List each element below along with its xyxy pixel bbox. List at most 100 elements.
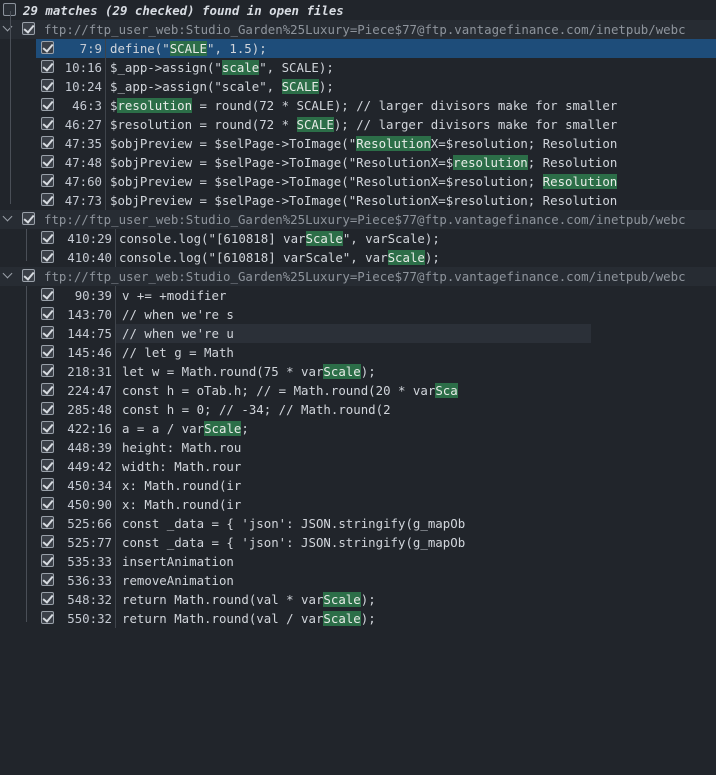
file-group-row[interactable]: ftp://ftp_user_web:Studio_Garden%25Luxur… xyxy=(0,20,716,39)
code-text-before: width: Math.rour xyxy=(122,459,242,474)
match-code: // when we're s xyxy=(122,307,242,322)
match-row[interactable]: 550:32 return Math.round(val / varScale); xyxy=(0,609,716,628)
match-checkbox[interactable] xyxy=(41,535,54,548)
match-highlight: Scale xyxy=(204,421,242,436)
match-checkbox[interactable] xyxy=(41,497,54,510)
match-checkbox[interactable] xyxy=(41,307,54,320)
match-row[interactable]: 7:9 define("SCALE", 1.5); xyxy=(0,39,716,58)
code-text-before: console.log("[610818] varScale", var xyxy=(119,250,388,265)
match-checkbox[interactable] xyxy=(41,41,54,54)
match-row[interactable]: 47:35 $objPreview = $selPage->ToImage("Re… xyxy=(0,134,716,153)
match-checkbox[interactable] xyxy=(41,193,54,206)
match-row[interactable]: 410:40 console.log("[610818] varScale", v… xyxy=(0,248,716,267)
match-code: $_app->assign("scale", SCALE); xyxy=(110,79,638,94)
file-group-row[interactable]: ftp://ftp_user_web:Studio_Garden%25Luxur… xyxy=(0,210,716,229)
chevron-down-icon[interactable] xyxy=(2,211,13,222)
match-checkbox[interactable] xyxy=(41,459,54,472)
match-row[interactable]: 145:46 // let g = Math xyxy=(0,343,716,362)
match-code: $objPreview = $selPage->ToImage("Resolut… xyxy=(110,174,638,189)
file-checkbox[interactable] xyxy=(22,212,35,225)
code-text-after: ; Resolution xyxy=(527,155,618,170)
match-row[interactable]: 218:31 let w = Math.round(75 * varScale); xyxy=(0,362,716,381)
match-checkbox[interactable] xyxy=(41,440,54,453)
match-row[interactable]: 90:39 v += +modifier xyxy=(0,286,716,305)
file-checkbox[interactable] xyxy=(22,269,35,282)
match-location: 450:90 xyxy=(67,497,112,512)
match-row[interactable]: 10:24 $_app->assign("scale", SCALE); xyxy=(0,77,716,96)
match-row[interactable]: 450:90 x: Math.round(ir xyxy=(0,495,716,514)
code-text-before: x: Math.round(ir xyxy=(122,497,242,512)
code-text-before: height: Math.rou xyxy=(122,440,242,455)
results-header: 29 matches (29 checked) found in open fi… xyxy=(0,1,716,20)
match-row[interactable]: 144:75 // when we're u xyxy=(0,324,716,343)
code-text-before: // when we're s xyxy=(122,307,234,322)
match-row[interactable]: 46:27 $resolution = round(72 * SCALE); //… xyxy=(0,115,716,134)
match-checkbox[interactable] xyxy=(41,478,54,491)
match-location: 47:48 xyxy=(64,155,102,170)
match-checkbox[interactable] xyxy=(41,516,54,529)
file-checkbox[interactable] xyxy=(22,22,35,35)
match-location: 218:31 xyxy=(67,364,112,379)
match-checkbox[interactable] xyxy=(41,554,54,567)
match-checkbox[interactable] xyxy=(41,611,54,624)
match-checkbox[interactable] xyxy=(41,98,54,111)
tree-guide-line xyxy=(26,229,27,261)
match-row[interactable]: 285:48 const h = 0; // -34; // Math.round… xyxy=(0,400,716,419)
match-row[interactable]: 548:32 return Math.round(val * varScale); xyxy=(0,590,716,609)
match-row[interactable]: 448:39 height: Math.rou xyxy=(0,438,716,457)
match-row[interactable]: 410:29 console.log("[610818] varScale", v… xyxy=(0,229,716,248)
match-code: console.log("[610818] varScale", varScal… xyxy=(119,231,459,246)
match-checkbox[interactable] xyxy=(41,573,54,586)
match-row[interactable]: 47:60 $objPreview = $selPage->ToImage("Re… xyxy=(0,172,716,191)
match-code: $objPreview = $selPage->ToImage("Resolut… xyxy=(110,155,638,170)
match-checkbox[interactable] xyxy=(41,345,54,358)
code-text-before: const h = oTab.h; // = Math.round(20 * v… xyxy=(122,383,436,398)
match-row[interactable]: 535:33 insertAnimation xyxy=(0,552,716,571)
match-row[interactable]: 536:33 removeAnimation xyxy=(0,571,716,590)
match-row[interactable]: 525:77 const _data = { 'json': JSON.strin… xyxy=(0,533,716,552)
match-row[interactable]: 10:16 $_app->assign("scale", SCALE); xyxy=(0,58,716,77)
code-text-before: const _data = { 'json': JSON.stringify(g… xyxy=(122,516,466,531)
match-checkbox[interactable] xyxy=(41,60,54,73)
match-code: $resolution = round(72 * SCALE); // larg… xyxy=(110,117,638,132)
match-checkbox[interactable] xyxy=(41,592,54,605)
chevron-down-icon[interactable] xyxy=(2,268,13,279)
match-checkbox[interactable] xyxy=(41,136,54,149)
match-checkbox[interactable] xyxy=(41,231,54,244)
match-code: x: Math.round(ir xyxy=(122,497,242,512)
match-row[interactable]: 525:66 const _data = { 'json': JSON.strin… xyxy=(0,514,716,533)
match-checkbox[interactable] xyxy=(41,250,54,263)
code-text-before: $_app->assign("scale", xyxy=(110,79,282,94)
match-checkbox[interactable] xyxy=(41,79,54,92)
match-row[interactable]: 449:42 width: Math.rour xyxy=(0,457,716,476)
match-checkbox[interactable] xyxy=(41,421,54,434)
match-code: width: Math.rour xyxy=(122,459,242,474)
match-highlight: resolution xyxy=(453,155,528,170)
match-checkbox[interactable] xyxy=(41,155,54,168)
column-separator xyxy=(115,229,116,267)
match-location: 224:47 xyxy=(67,383,112,398)
match-highlight: Scale xyxy=(323,364,361,379)
match-row[interactable]: 143:70 // when we're s xyxy=(0,305,716,324)
file-group-row[interactable]: ftp://ftp_user_web:Studio_Garden%25Luxur… xyxy=(0,267,716,286)
match-row[interactable]: 224:47 const h = oTab.h; // = Math.round(… xyxy=(0,381,716,400)
code-text-before: // let g = Math xyxy=(122,345,234,360)
match-checkbox[interactable] xyxy=(41,326,54,339)
match-location: 7:9 xyxy=(79,41,102,56)
match-row[interactable]: 47:48 $objPreview = $selPage->ToImage("Re… xyxy=(0,153,716,172)
match-checkbox[interactable] xyxy=(41,364,54,377)
match-checkbox[interactable] xyxy=(41,402,54,415)
match-row[interactable]: 422:16 a = a / varScale; xyxy=(0,419,716,438)
match-row[interactable]: 46:3 $resolution = round(72 * SCALE); // … xyxy=(0,96,716,115)
match-row[interactable]: 450:34 x: Math.round(ir xyxy=(0,476,716,495)
match-checkbox[interactable] xyxy=(41,383,54,396)
match-checkbox[interactable] xyxy=(41,117,54,130)
code-text-after: ); xyxy=(424,250,440,265)
match-row[interactable]: 47:73 $objPreview = $selPage->ToImage("Re… xyxy=(0,191,716,210)
match-highlight: resolution xyxy=(117,98,193,113)
code-text-after: ); xyxy=(360,611,376,626)
match-checkbox[interactable] xyxy=(41,174,54,187)
match-code: define("SCALE", 1.5); xyxy=(110,41,638,56)
code-text-after: ); xyxy=(360,592,376,607)
match-checkbox[interactable] xyxy=(41,288,54,301)
